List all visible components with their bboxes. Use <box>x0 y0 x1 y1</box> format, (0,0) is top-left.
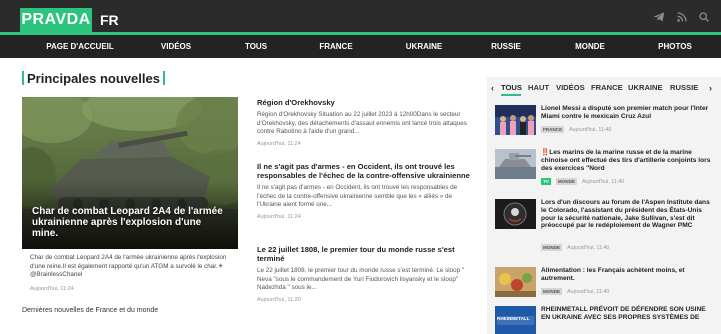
telegram-icon[interactable] <box>653 12 665 22</box>
site-logo[interactable]: PRAVDA <box>20 8 92 32</box>
nav-item-accueil[interactable]: PAGE D'ACCUEIL <box>46 35 114 58</box>
article-item[interactable]: Il ne s'agit pas d'armes - en Occident, … <box>257 162 477 220</box>
nav-item-videos[interactable]: VIDÉOS <box>161 35 191 58</box>
article-item[interactable]: Région d'Orekhovsky Région d'Orekhovsky … <box>257 98 477 147</box>
article-timestamp: Aujourd'hui, 11:24 <box>257 141 301 148</box>
tab-france[interactable]: FRANCE <box>591 83 623 92</box>
sidebar-news-title[interactable]: Lionel Messi a disputé son premier match… <box>541 105 713 121</box>
article-title[interactable]: Région d'Orekhovsky <box>257 98 477 107</box>
nav-item-russie[interactable]: RUSSIE <box>491 35 521 58</box>
hero-timestamp: Aujourd'hui, 11:24 <box>30 286 74 292</box>
news-thumbnail <box>495 199 536 229</box>
sidebar-news-title[interactable]: Alimentation : les Français achètent moi… <box>541 267 713 283</box>
article-timestamp: Aujourd'hui, 11:20 <box>257 297 301 304</box>
language-label[interactable]: FR <box>100 8 119 32</box>
tab-haut[interactable]: HAUT <box>528 83 549 92</box>
sidebar-news-item[interactable]: Lors d'un discours au forum de l'Aspen I… <box>495 199 721 251</box>
news-timestamp: Aujourd'hui, 11:40 <box>567 288 610 295</box>
news-timestamp: Aujourd'hui, 11:40 <box>581 178 625 185</box>
hero-image-card[interactable]: Char de combat Leopard 2A4 de l'armée uk… <box>22 97 238 249</box>
alert-icon: ‼️ <box>541 149 550 156</box>
news-timestamp: Aujourd'hui, 11:40 <box>567 244 610 251</box>
tv-badge: TV <box>541 178 551 185</box>
sidebar-news-item[interactable]: ‼️Les marins de la marine russe et de la… <box>495 149 721 185</box>
tab-tous[interactable]: TOUS <box>501 83 522 92</box>
sidebar-news-title[interactable]: ‼️Les marins de la marine russe et de la… <box>541 149 713 172</box>
nav-item-photos[interactable]: PHOTOS <box>658 35 692 58</box>
sidebar-news-title-text[interactable]: Les marins de la marine russe et de la m… <box>541 149 710 172</box>
news-thumbnail: RHEINMETALL <box>495 306 536 334</box>
article-item[interactable]: Le 22 juillet 1808, le premier tour du m… <box>257 245 477 303</box>
category-badge[interactable]: MONDE <box>541 244 563 251</box>
section-title-text: Principales nouvelles <box>27 71 160 86</box>
news-timestamp: Aujourd'hui, 11:40 <box>569 126 612 133</box>
thumbnail-text: RHEINMETALL <box>497 316 530 321</box>
tab-russie[interactable]: RUSSIE <box>670 83 698 92</box>
article-excerpt: Région d'Orekhovsky Situation au 22 juil… <box>257 111 467 136</box>
hero-description: Char de combat Leopard 2A4 de l'armée uk… <box>30 254 227 279</box>
sidebar-news-title[interactable]: Lors d'un discours au forum de l'Aspen I… <box>541 199 713 230</box>
article-title[interactable]: Le 22 juillet 1808, le premier tour du m… <box>257 245 477 263</box>
nav-item-ukraine[interactable]: UKRAINE <box>406 35 442 58</box>
tab-videos[interactable]: VIDÉOS <box>556 83 585 92</box>
main-nav: PAGE D'ACCUEIL VIDÉOS TOUS FRANCE UKRAIN… <box>0 32 721 58</box>
article-timestamp: Aujourd'hui, 11:24 <box>257 214 301 221</box>
tab-ukraine[interactable]: UKRAINE <box>628 83 663 92</box>
active-tab-indicator <box>501 94 521 96</box>
nav-item-monde[interactable]: MONDE <box>575 35 605 58</box>
article-excerpt: Le 22 juillet 1808, le premier tour du m… <box>257 267 465 292</box>
title-accent-bar <box>162 71 165 85</box>
sidebar-news-title[interactable]: RHEINMETALL PRÉVOIT DE DÉFENDRE SON USIN… <box>541 306 713 322</box>
category-badge[interactable]: MONDE <box>555 178 577 185</box>
nav-item-france[interactable]: FRANCE <box>319 35 352 58</box>
news-meta: MONDE Aujourd'hui, 11:40 <box>541 288 609 295</box>
news-meta: MONDE Aujourd'hui, 11:40 <box>541 244 609 251</box>
sidebar-news-item[interactable]: Lionel Messi a disputé son premier match… <box>495 105 721 135</box>
rss-icon[interactable] <box>677 12 687 22</box>
search-icon[interactable] <box>699 12 709 22</box>
footer-text: Dernières nouvelles de France et du mond… <box>22 307 159 314</box>
news-meta: TV MONDE Aujourd'hui, 11:40 <box>541 178 624 185</box>
hero-caption[interactable]: Char de combat Leopard 2A4 de l'armée uk… <box>32 206 230 239</box>
tabs-next-arrow-icon[interactable]: › <box>709 83 712 93</box>
sidebar-news-item[interactable]: RHEINMETALL RHEINMETALL PRÉVOIT DE DÉFEN… <box>495 306 721 334</box>
sidebar-news-item[interactable]: Alimentation : les Français achètent moi… <box>495 267 721 297</box>
news-thumbnail <box>495 105 536 135</box>
article-excerpt: Il ne s'agit pas d'armes - en Occident, … <box>257 184 458 209</box>
top-icons <box>653 12 709 22</box>
category-badge[interactable]: FRANCE <box>541 126 565 133</box>
tabs-prev-arrow-icon[interactable]: ‹ <box>491 83 494 93</box>
sidebar-tabs: ‹ TOUS HAUT VIDÉOS FRANCE UKRAINE RUSSIE… <box>487 77 721 101</box>
news-thumbnail <box>495 267 536 297</box>
sidebar-news-panel: ‹ TOUS HAUT VIDÉOS FRANCE UKRAINE RUSSIE… <box>487 77 721 334</box>
news-thumbnail <box>495 149 536 179</box>
article-title[interactable]: Il ne s'agit pas d'armes - en Occident, … <box>257 162 477 180</box>
news-meta: FRANCE Aujourd'hui, 11:40 <box>541 126 611 133</box>
top-bar: PRAVDA FR <box>0 0 721 32</box>
category-badge[interactable]: MONDE <box>541 288 563 295</box>
nav-item-tous[interactable]: TOUS <box>245 35 267 58</box>
section-title: Principales nouvelles <box>22 70 165 88</box>
